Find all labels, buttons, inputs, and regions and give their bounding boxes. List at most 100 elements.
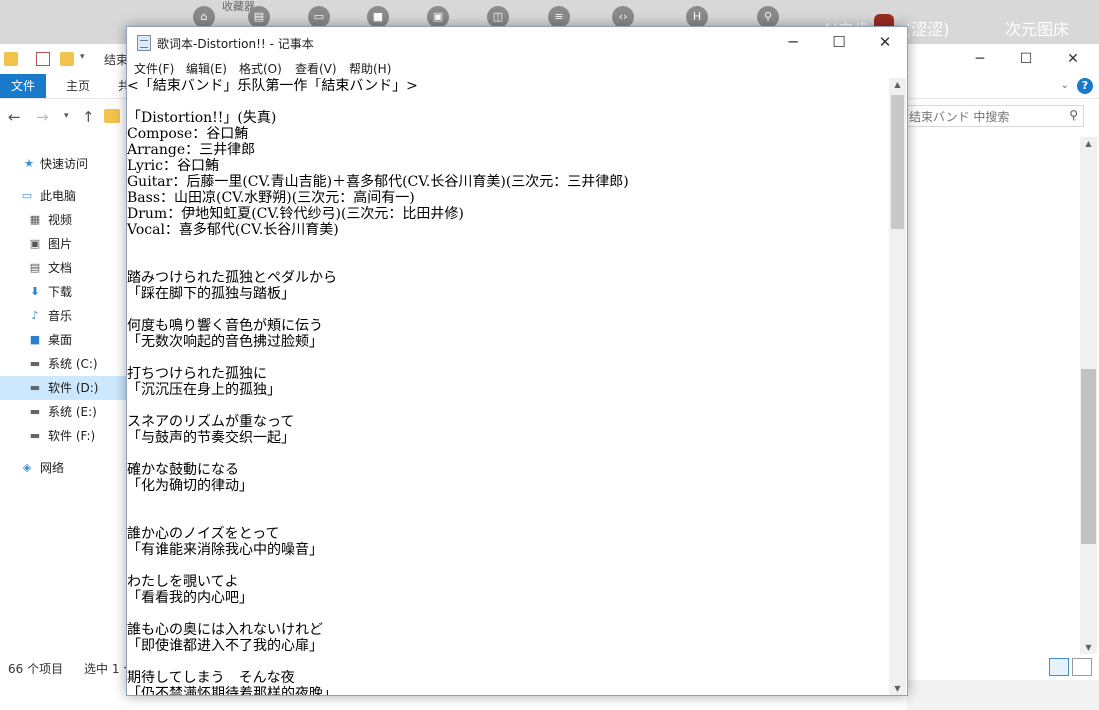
- nav-item-videos[interactable]: ▦ 视频: [0, 208, 126, 232]
- text-line: わたしを覗いてよ: [127, 574, 239, 590]
- text-line: 「即使谁都进入不了我的心扉」: [127, 638, 323, 654]
- code-icon[interactable]: ‹›: [612, 6, 634, 28]
- text-line: 「与鼓声的节奏交织一起」: [127, 430, 295, 446]
- book-icon[interactable]: ◫: [487, 6, 509, 28]
- video-icon: ▦: [29, 213, 41, 226]
- text-line: Bass：山田凉(CV.水野朔)(三次元：高间有一): [127, 190, 415, 206]
- video-camera-icon[interactable]: ■: [367, 6, 389, 28]
- minimize-button[interactable]: ─: [770, 27, 816, 58]
- expand-ribbon-icon[interactable]: ⌄: [1061, 74, 1069, 98]
- nav-item-documents[interactable]: ▤ 文档: [0, 256, 126, 280]
- nav-item-drive-e[interactable]: ▬ 系统 (E:): [0, 400, 126, 424]
- folder-icon: [4, 52, 18, 66]
- search-icon[interactable]: ⚲: [1069, 108, 1078, 122]
- scroll-up-icon[interactable]: ▲: [889, 80, 906, 89]
- background-ghost-text: (涩涩): [905, 20, 950, 39]
- details-view-icon[interactable]: [1049, 658, 1069, 676]
- text-line: 踏みつけられた孤独とペダルから: [127, 270, 337, 286]
- scroll-down-icon[interactable]: ▼: [1080, 643, 1097, 652]
- text-line: 「踩在脚下的孤独与踏板」: [127, 286, 295, 302]
- image-icon[interactable]: ▣: [427, 6, 449, 28]
- h-icon[interactable]: H: [686, 6, 708, 28]
- text-line: 「化为确切的律动」: [127, 478, 253, 494]
- ribbon-tab-home[interactable]: 主页: [66, 74, 90, 98]
- download-icon: ⬇: [30, 285, 40, 298]
- network-icon: ◈: [22, 461, 32, 474]
- text-line: 「看看我的内心吧」: [127, 590, 253, 606]
- text-line: Guitar：后藤一里(CV.青山吉能)＋喜多郁代(CV.长谷川育美)(三次元：…: [127, 174, 629, 190]
- text-editor-area[interactable]: <「結束バンド」乐队第一作「結束バンド」> 「Distortion!!」(失真) C…: [127, 78, 889, 695]
- search-icon[interactable]: ⚲: [757, 6, 779, 28]
- menu-format[interactable]: 格式(O): [239, 60, 282, 77]
- explorer-close-button[interactable]: ✕: [1050, 44, 1096, 74]
- up-arrow-icon[interactable]: ↑: [82, 108, 95, 126]
- help-icon[interactable]: ?: [1077, 78, 1093, 94]
- drive-icon: ▬: [29, 381, 41, 394]
- explorer-scrollbar[interactable]: ▲ ▼: [1080, 137, 1097, 654]
- navigation-pane: ★ 快速访问 ▭ 此电脑 ▦ 视频 ▣ 图片 ▤ 文档 ⬇ 下载 ♪ 音乐 ■: [0, 144, 126, 584]
- text-line: 期待してしまう そんな夜: [127, 670, 295, 686]
- nav-item-drive-c[interactable]: ▬ 系统 (C:): [0, 352, 126, 376]
- tablet-icon[interactable]: ▭: [308, 6, 330, 28]
- new-folder-icon[interactable]: [60, 52, 74, 66]
- notepad-app-icon: [137, 35, 151, 51]
- text-line: 何度も鳴り響く音色が頬に伝う: [127, 318, 323, 334]
- nav-item-quick-access[interactable]: ★ 快速访问: [0, 152, 126, 176]
- desktop-icon: ■: [29, 333, 41, 346]
- address-folder-icon: [104, 109, 120, 123]
- text-line: Vocal：喜多郁代(CV.长谷川育美): [127, 222, 339, 238]
- list-icon[interactable]: ▤: [248, 6, 270, 28]
- item-count: 66 个项目: [8, 662, 64, 676]
- maximize-button[interactable]: ☐: [816, 27, 862, 58]
- nav-item-downloads[interactable]: ⬇ 下载: [0, 280, 126, 304]
- text-line: 確かな鼓動になる: [127, 462, 239, 478]
- large-icons-view-icon[interactable]: [1072, 658, 1092, 676]
- star-icon: ★: [24, 157, 34, 170]
- explorer-search-box[interactable]: ⚲: [900, 105, 1084, 127]
- explorer-minimize-button[interactable]: ─: [957, 44, 1003, 74]
- nav-item-this-pc[interactable]: ▭ 此电脑: [0, 184, 126, 208]
- scrollbar-thumb[interactable]: [891, 95, 904, 229]
- text-line: 「有谁能来消除我心中的噪音」: [127, 542, 323, 558]
- search-input[interactable]: [907, 107, 1061, 127]
- window-title: 歌词本-Distortion!! - 记事本: [157, 37, 314, 51]
- close-button[interactable]: ✕: [862, 27, 908, 58]
- ribbon-tab-file[interactable]: 文件: [0, 74, 46, 98]
- nav-item-drive-d[interactable]: ▬ 软件 (D:): [0, 376, 126, 400]
- text-line: <「結束バンド」乐队第一作「結束バンド」>: [127, 78, 418, 94]
- vertical-scrollbar[interactable]: ▲ ▼: [889, 78, 906, 695]
- menu-file[interactable]: 文件(F): [134, 60, 174, 77]
- menu-bar: 文件(F) 编辑(E) 格式(O) 查看(V) 帮助(H): [127, 58, 907, 78]
- text-line: Lyric：谷口鮪: [127, 158, 219, 174]
- home-icon[interactable]: ⌂: [193, 6, 215, 28]
- text-line: 誰か心のノイズをとって: [127, 526, 280, 542]
- customize-toolbar-icon[interactable]: ▾: [80, 52, 85, 62]
- nav-item-music[interactable]: ♪ 音乐: [0, 304, 126, 328]
- music-icon: ♪: [31, 309, 39, 322]
- scrollbar-thumb[interactable]: [1081, 369, 1096, 544]
- back-arrow-icon[interactable]: ←: [8, 108, 21, 126]
- nav-item-network[interactable]: ◈ 网络: [0, 456, 126, 480]
- computer-icon: ▭: [21, 189, 33, 202]
- text-line: 「无数次响起的音色拂过脸颊」: [127, 334, 323, 350]
- nav-item-drive-f[interactable]: ▬ 软件 (F:): [0, 424, 126, 448]
- properties-icon[interactable]: [36, 52, 50, 66]
- recent-locations-icon[interactable]: ▾: [64, 111, 69, 121]
- drive-icon: ▬: [29, 405, 41, 418]
- explorer-maximize-button[interactable]: ☐: [1003, 44, 1049, 74]
- menu-help[interactable]: 帮助(H): [349, 60, 391, 77]
- text-line: 打ちつけられた孤独に: [127, 366, 267, 382]
- scroll-down-icon[interactable]: ▼: [889, 684, 906, 693]
- explorer-footer-strip: [907, 680, 1099, 710]
- background-ghost-text: 次元图床: [1005, 20, 1070, 39]
- note-icon[interactable]: ≡: [548, 6, 570, 28]
- forward-arrow-icon[interactable]: →: [36, 108, 49, 126]
- scroll-up-icon[interactable]: ▲: [1080, 139, 1097, 148]
- nav-item-desktop[interactable]: ■ 桌面: [0, 328, 126, 352]
- text-line: 「仍不禁满怀期待着那样的夜晚」: [127, 686, 337, 695]
- nav-item-pictures[interactable]: ▣ 图片: [0, 232, 126, 256]
- menu-view[interactable]: 查看(V): [295, 60, 337, 77]
- drive-icon: ▬: [29, 429, 41, 442]
- menu-edit[interactable]: 编辑(E): [186, 60, 227, 77]
- notepad-titlebar: 歌词本-Distortion!! - 记事本 ─ ☐ ✕: [127, 27, 907, 58]
